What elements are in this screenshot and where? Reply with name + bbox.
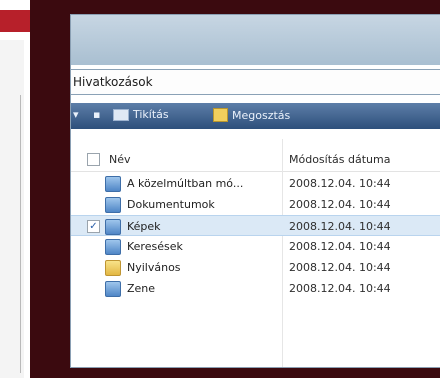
list-item[interactable]: Nyilvános 2008.12.04. 10:44 <box>71 257 440 278</box>
share-button[interactable]: Megosztás <box>213 108 290 122</box>
select-all-checkbox[interactable] <box>87 153 100 166</box>
item-name: Zene <box>127 282 156 295</box>
burn-button[interactable]: Tikítás <box>113 108 169 121</box>
list-item-selected[interactable]: ✓ Képek 2008.12.04. 10:44 <box>71 215 440 236</box>
command-toolbar: ▾ ▪ Tikítás Megosztás <box>71 103 440 129</box>
organize-chevron-icon[interactable]: ▾ <box>73 108 79 121</box>
list-item[interactable]: Dokumentumok 2008.12.04. 10:44 <box>71 194 440 215</box>
explorer-window: Hivatkozások ▾ ▪ Tikítás Megosztás Név M… <box>70 14 440 368</box>
folder-link-icon <box>105 197 121 213</box>
column-header-modified[interactable]: Módosítás dátuma <box>289 153 390 166</box>
shared-folder-icon <box>105 260 121 276</box>
share-folder-icon <box>213 108 228 122</box>
folder-link-icon <box>105 176 121 192</box>
toolbar-separator-icon: ▪ <box>93 108 101 121</box>
column-header-row: Név Módosítás dátuma <box>71 149 440 172</box>
list-item[interactable]: Keresések 2008.12.04. 10:44 <box>71 236 440 257</box>
item-modified: 2008.12.04. 10:44 <box>289 177 391 190</box>
share-label: Megosztás <box>232 108 291 122</box>
item-modified: 2008.12.04. 10:44 <box>289 220 391 233</box>
disc-icon <box>113 108 129 121</box>
folder-link-icon <box>105 239 121 255</box>
file-list: A közelmúltban mó... 2008.12.04. 10:44 D… <box>71 173 440 299</box>
item-name: A közelmúltban mó... <box>127 177 244 190</box>
item-name: Keresések <box>127 240 183 253</box>
address-bar[interactable]: Hivatkozások <box>71 69 440 95</box>
burn-label: Tikítás <box>133 108 169 121</box>
folder-link-icon <box>105 281 121 297</box>
item-name: Nyilvános <box>127 261 181 274</box>
column-header-name[interactable]: Név <box>109 153 131 166</box>
item-modified: 2008.12.04. 10:44 <box>289 261 391 274</box>
red-accent-band <box>0 10 34 32</box>
address-path: Hivatkozások <box>73 75 153 89</box>
list-item[interactable]: A közelmúltban mó... 2008.12.04. 10:44 <box>71 173 440 194</box>
item-modified: 2008.12.04. 10:44 <box>289 198 391 211</box>
item-modified: 2008.12.04. 10:44 <box>289 240 391 253</box>
list-item[interactable]: Zene 2008.12.04. 10:44 <box>71 278 440 299</box>
item-name: Képek <box>127 220 161 233</box>
item-modified: 2008.12.04. 10:44 <box>289 282 391 295</box>
item-name: Dokumentumok <box>127 198 215 211</box>
left-page-divider <box>20 95 21 373</box>
screen-frame: Hivatkozások ▾ ▪ Tikítás Megosztás Név M… <box>30 0 440 378</box>
item-checkbox[interactable]: ✓ <box>87 220 100 233</box>
folder-link-icon <box>105 219 121 235</box>
window-titlebar <box>71 15 440 65</box>
